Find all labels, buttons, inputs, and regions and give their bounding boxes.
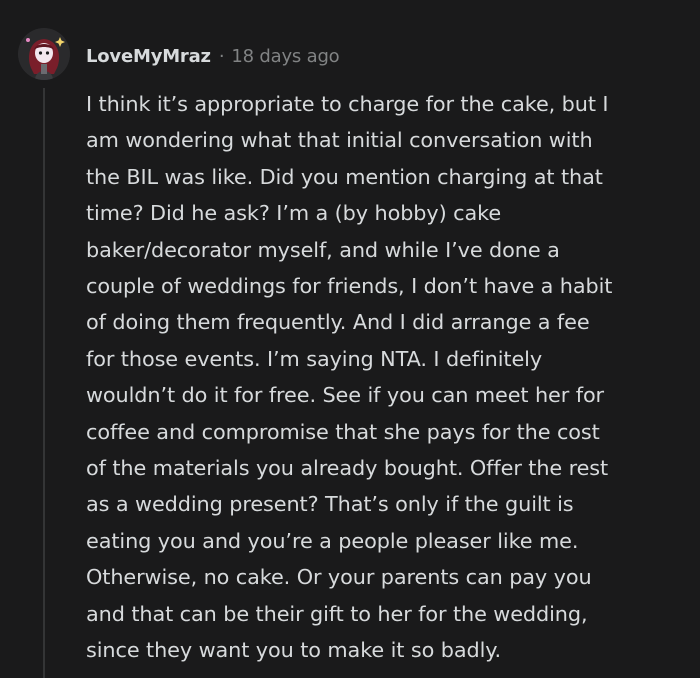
comment-body-line: the BIL was like. Did you mention chargi… — [86, 164, 603, 189]
username-link[interactable]: LoveMyMraz — [86, 46, 211, 67]
comment: LoveMyMraz · 18 days ago I think it’s ap… — [0, 0, 700, 678]
comment-body-line: am wondering what that initial conversat… — [86, 128, 593, 153]
timestamp[interactable]: 18 days ago — [231, 46, 339, 67]
comment-body-line: of the materials you already bought. Off… — [86, 456, 609, 481]
comment-body-line: eating you and you’re a people pleaser l… — [86, 528, 579, 553]
comment-body-line: as a wedding present? That’s only if the… — [86, 492, 574, 517]
comment-body-line: coffee and compromise that she pays for … — [86, 419, 600, 444]
comment-body: I think it’s appropriate to charge for t… — [86, 86, 694, 669]
comment-body-line: Otherwise, no cake. Or your parents can … — [86, 565, 592, 590]
avatar[interactable] — [18, 28, 70, 80]
meta-separator: · — [218, 45, 225, 67]
comment-body-line: of doing them frequently. And I did arra… — [86, 310, 590, 335]
comment-body-line: wouldn’t do it for free. See if you can … — [86, 383, 605, 408]
thread-collapse-line[interactable] — [43, 88, 45, 678]
comment-body-line: I think it’s appropriate to charge for t… — [86, 92, 609, 116]
comment-body-line: baker/decorator myself, and while I’ve d… — [86, 237, 560, 262]
comment-header: LoveMyMraz · 18 days ago — [86, 42, 340, 70]
comment-body-line: time? Did he ask? I’m a (by hobby) cake — [86, 201, 502, 226]
comment-body-line: for those events. I’m saying NTA. I defi… — [86, 346, 543, 371]
comment-body-line: couple of weddings for friends, I don’t … — [86, 274, 613, 299]
snoo-avatar-icon — [18, 28, 70, 80]
comment-body-line: since they want you to make it so badly. — [86, 638, 501, 663]
comment-body-line: and that can be their gift to her for th… — [86, 601, 588, 626]
